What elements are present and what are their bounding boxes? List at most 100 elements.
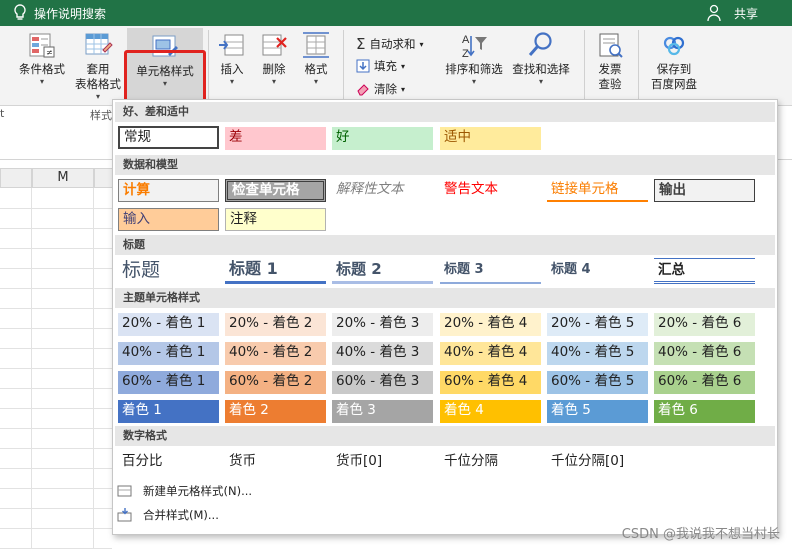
style-theme-accent-4-row-1[interactable]: 20% - 着色 4 bbox=[440, 313, 541, 336]
style-linked-cell[interactable]: 链接单元格 bbox=[547, 179, 648, 202]
grid-line bbox=[0, 428, 112, 429]
conditional-format-icon: ≠ bbox=[29, 33, 55, 58]
style-note[interactable]: 注释 bbox=[225, 208, 326, 231]
delete-button[interactable]: 删除 ▾ bbox=[254, 30, 294, 87]
style-theme-accent-4-row-4[interactable]: 着色 4 bbox=[440, 400, 541, 423]
style-theme-accent-3-row-4[interactable]: 着色 3 bbox=[332, 400, 433, 423]
delete-label: 删除 bbox=[262, 62, 286, 76]
style-theme-accent-1-row-3[interactable]: 60% - 着色 1 bbox=[118, 371, 219, 394]
style-theme-accent-1-row-1[interactable]: 20% - 着色 1 bbox=[118, 313, 219, 336]
insert-button[interactable]: 插入 ▾ bbox=[212, 30, 252, 87]
invoice-label-1: 发票 bbox=[598, 62, 622, 76]
autosum-button[interactable]: Σ 自动求和 ▾ bbox=[356, 35, 424, 53]
format-button[interactable]: 格式 ▾ bbox=[296, 30, 336, 87]
style-heading-3[interactable]: 标题 3 bbox=[440, 258, 541, 284]
grid-line bbox=[0, 508, 112, 509]
fill-button[interactable]: 填充 ▾ bbox=[356, 58, 405, 74]
clear-button[interactable]: 清除 ▾ bbox=[356, 81, 405, 97]
style-comma-0[interactable]: 千位分隔[0] bbox=[547, 451, 648, 474]
tell-me-search[interactable]: 操作说明搜索 bbox=[34, 5, 106, 22]
style-theme-accent-2-row-4[interactable]: 着色 2 bbox=[225, 400, 326, 423]
style-input[interactable]: 输入 bbox=[118, 208, 219, 231]
style-normal[interactable]: 常规 bbox=[118, 126, 219, 149]
style-theme-accent-6-row-4[interactable]: 着色 6 bbox=[654, 400, 755, 423]
style-theme-accent-3-row-1[interactable]: 20% - 着色 3 bbox=[332, 313, 433, 336]
section-data-model: 数据和模型 bbox=[115, 155, 775, 175]
cell-styles-gallery: 好、差和适中 常规 差 好 适中 数据和模型 计算 检查单元格 解释性文本 警告… bbox=[112, 99, 778, 535]
chevron-down-icon: ▾ bbox=[229, 77, 234, 86]
chevron-down-icon: ▾ bbox=[401, 84, 406, 94]
style-title[interactable]: 标题 bbox=[118, 258, 219, 284]
grid-line bbox=[0, 368, 112, 369]
insert-label: 插入 bbox=[220, 62, 244, 76]
style-total[interactable]: 汇总 bbox=[654, 258, 755, 284]
merge-styles-menu-item[interactable]: 合并样式(M)... bbox=[117, 507, 219, 523]
format-as-table-button[interactable]: 套用 表格格式 ▾ bbox=[70, 30, 126, 102]
sigma-icon: Σ bbox=[356, 35, 366, 53]
style-theme-accent-3-row-3[interactable]: 60% - 着色 3 bbox=[332, 371, 433, 394]
new-cell-style-label: 新建单元格样式(N)... bbox=[143, 484, 253, 498]
style-currency-0[interactable]: 货币[0] bbox=[332, 451, 433, 474]
section-titles: 标题 bbox=[115, 235, 775, 255]
style-theme-accent-4-row-3[interactable]: 60% - 着色 4 bbox=[440, 371, 541, 394]
share-button[interactable]: 共享 bbox=[734, 5, 758, 22]
style-comma[interactable]: 千位分隔 bbox=[440, 451, 541, 474]
sort-filter-button[interactable]: A Z 排序和筛选 ▾ bbox=[440, 30, 508, 87]
style-output[interactable]: 输出 bbox=[654, 179, 755, 202]
column-header[interactable] bbox=[94, 168, 114, 188]
style-theme-accent-5-row-2[interactable]: 40% - 着色 5 bbox=[547, 342, 648, 365]
chevron-down-icon: ▾ bbox=[39, 77, 44, 86]
style-explanatory[interactable]: 解释性文本 bbox=[332, 179, 433, 202]
style-percent[interactable]: 百分比 bbox=[118, 451, 219, 474]
style-theme-accent-5-row-4[interactable]: 着色 5 bbox=[547, 400, 648, 423]
style-theme-accent-4-row-2[interactable]: 40% - 着色 4 bbox=[440, 342, 541, 365]
style-bad[interactable]: 差 bbox=[225, 127, 326, 150]
style-neutral[interactable]: 适中 bbox=[440, 127, 541, 150]
conditional-format-label: 条件格式 bbox=[19, 62, 65, 76]
invoice-check-button[interactable]: 发票 查验 bbox=[590, 30, 630, 92]
grid-line bbox=[0, 408, 112, 409]
style-theme-accent-1-row-4[interactable]: 着色 1 bbox=[118, 400, 219, 423]
grid-line bbox=[0, 208, 112, 209]
format-label: 格式 bbox=[304, 62, 328, 76]
style-theme-accent-6-row-1[interactable]: 20% - 着色 6 bbox=[654, 313, 755, 336]
sort-filter-icon: A Z bbox=[462, 34, 487, 60]
style-theme-accent-6-row-3[interactable]: 60% - 着色 6 bbox=[654, 371, 755, 394]
invoice-label-2: 查验 bbox=[598, 77, 622, 91]
style-theme-accent-3-row-2[interactable]: 40% - 着色 3 bbox=[332, 342, 433, 365]
autosum-label: 自动求和 bbox=[369, 37, 416, 51]
grid-line bbox=[0, 308, 112, 309]
column-header-m[interactable]: M bbox=[32, 168, 94, 188]
style-theme-accent-5-row-3[interactable]: 60% - 着色 5 bbox=[547, 371, 648, 394]
style-theme-accent-2-row-3[interactable]: 60% - 着色 2 bbox=[225, 371, 326, 394]
style-heading-4[interactable]: 标题 4 bbox=[547, 258, 648, 284]
style-good[interactable]: 好 bbox=[332, 127, 433, 150]
new-cell-style-menu-item[interactable]: 新建单元格样式(N)... bbox=[117, 483, 252, 499]
style-theme-accent-1-row-2[interactable]: 40% - 着色 1 bbox=[118, 342, 219, 365]
style-check-cell[interactable]: 检查单元格 bbox=[225, 179, 326, 202]
style-theme-accent-5-row-1[interactable]: 20% - 着色 5 bbox=[547, 313, 648, 336]
conditional-format-button[interactable]: ≠ 条件格式 ▾ bbox=[14, 30, 70, 87]
style-warning[interactable]: 警告文本 bbox=[440, 179, 541, 202]
style-theme-accent-2-row-2[interactable]: 40% - 着色 2 bbox=[225, 342, 326, 365]
ribbon-separator bbox=[584, 30, 585, 102]
chevron-down-icon: ▾ bbox=[471, 77, 476, 86]
eraser-icon bbox=[357, 84, 369, 96]
grid-line bbox=[0, 248, 112, 249]
invoice-icon bbox=[599, 33, 623, 58]
clear-label: 清除 bbox=[374, 82, 397, 96]
style-heading-1[interactable]: 标题 1 bbox=[225, 258, 326, 284]
chevron-down-icon: ▾ bbox=[313, 77, 318, 86]
style-heading-2[interactable]: 标题 2 bbox=[332, 258, 433, 284]
ribbon-group-edge: t bbox=[0, 107, 5, 120]
style-theme-accent-2-row-1[interactable]: 20% - 着色 2 bbox=[225, 313, 326, 336]
find-select-button[interactable]: 查找和选择 ▾ bbox=[508, 30, 574, 87]
save-to-baidu-button[interactable]: 保存到 百度网盘 bbox=[644, 30, 704, 92]
column-header[interactable] bbox=[0, 168, 32, 188]
style-calculation[interactable]: 计算 bbox=[118, 179, 219, 202]
style-currency[interactable]: 货币 bbox=[225, 451, 326, 474]
style-theme-accent-6-row-2[interactable]: 40% - 着色 6 bbox=[654, 342, 755, 365]
grid-line bbox=[0, 388, 112, 389]
format-cells-icon bbox=[303, 32, 329, 58]
merge-styles-label: 合并样式(M)... bbox=[143, 508, 219, 522]
